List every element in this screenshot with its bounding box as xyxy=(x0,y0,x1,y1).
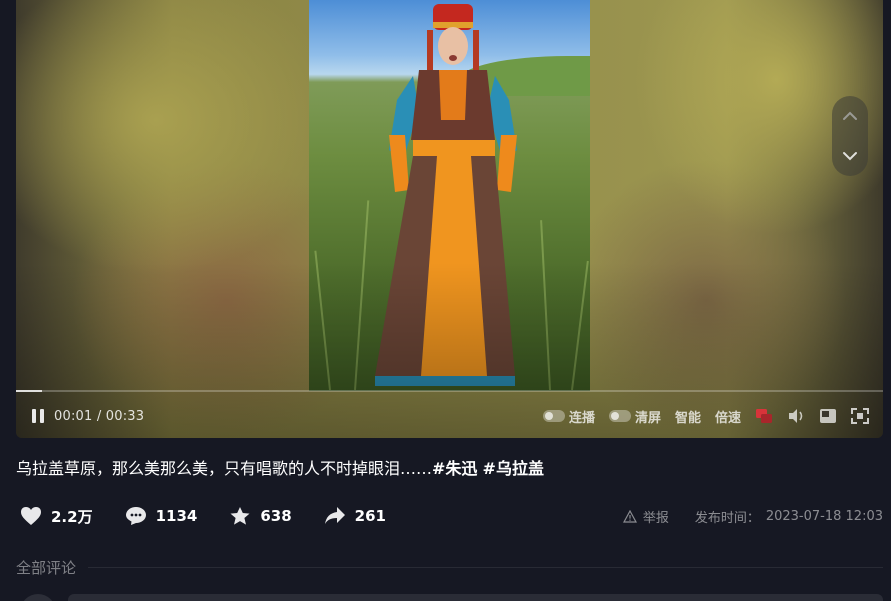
video-detail-page: 00:01 / 00:33 连播 清屏 智能 倍速 乌拉盖草原，那么美那么美，只… xyxy=(0,0,891,601)
clear-screen-label: 清屏 xyxy=(634,410,661,426)
publish-label: 发布时间： xyxy=(694,510,760,526)
video-description: 乌拉盖草原，那么美那么美，只有唱歌的人不时掉眼泪……#朱迅 #乌拉盖 xyxy=(16,458,876,480)
heart-icon xyxy=(21,507,41,525)
video-meta: 举报 发布时间： 2023-07-18 12:03 xyxy=(622,506,883,526)
fullscreen-icon[interactable] xyxy=(851,407,869,425)
danmaku-icon[interactable] xyxy=(755,407,773,425)
toggle-switch xyxy=(608,410,631,422)
progress-bar[interactable] xyxy=(16,390,883,392)
hashtag-link[interactable]: #乌拉盖 xyxy=(483,459,544,478)
pip-icon[interactable] xyxy=(819,407,837,425)
playback-time: 00:01 / 00:33 xyxy=(54,409,144,424)
favorite-button[interactable]: 638 xyxy=(229,506,292,526)
share-icon xyxy=(324,507,345,524)
comment-button[interactable]: 1134 xyxy=(125,506,198,526)
star-icon xyxy=(230,507,250,525)
current-time: 00:01 xyxy=(54,408,93,424)
player-controls: 00:01 / 00:33 连播 清屏 智能 倍速 xyxy=(16,396,883,436)
clear-screen-toggle[interactable]: 清屏 xyxy=(608,407,661,426)
hashtag-link[interactable]: #朱迅 xyxy=(432,459,477,478)
continuous-play-label: 连播 xyxy=(568,410,595,426)
like-button[interactable]: 2.2万 xyxy=(20,506,93,527)
publish-time: 2023-07-18 12:03 xyxy=(765,508,883,524)
comment-icon xyxy=(125,507,146,525)
comment-count: 1134 xyxy=(155,507,198,525)
toggle-switch xyxy=(542,410,565,422)
down-arrow-icon xyxy=(843,152,857,161)
like-count: 2.2万 xyxy=(51,507,93,526)
total-time: 00:33 xyxy=(105,408,145,424)
share-button[interactable]: 261 xyxy=(324,506,386,526)
divider xyxy=(88,567,883,568)
share-count: 261 xyxy=(354,507,386,525)
video-switcher xyxy=(832,96,868,176)
description-text: 乌拉盖草原，那么美那么美，只有唱歌的人不时掉眼泪…… xyxy=(16,459,433,478)
report-label: 举报 xyxy=(642,510,669,526)
video-player[interactable]: 00:01 / 00:33 连播 清屏 智能 倍速 xyxy=(16,0,883,438)
comments-header: 全部评论 xyxy=(16,559,77,577)
speed-button[interactable]: 倍速 xyxy=(715,407,741,426)
comment-input[interactable] xyxy=(68,594,883,601)
smart-button[interactable]: 智能 xyxy=(675,407,701,426)
avatar xyxy=(20,594,56,601)
next-video-button[interactable] xyxy=(836,142,864,170)
continuous-play-toggle[interactable]: 连播 xyxy=(542,407,595,426)
previous-video-button[interactable] xyxy=(836,102,864,130)
progress-fill xyxy=(16,390,42,392)
time-separator: / xyxy=(96,408,102,424)
up-arrow-icon xyxy=(843,111,857,120)
performer-figure xyxy=(375,4,517,386)
favorite-count: 638 xyxy=(260,507,292,525)
engagement-stats: 2.2万 1134 638 261 xyxy=(20,503,418,529)
volume-icon[interactable] xyxy=(787,407,805,425)
pause-icon[interactable] xyxy=(30,408,46,424)
video-frame[interactable] xyxy=(309,0,590,391)
warning-icon xyxy=(622,509,637,523)
report-button[interactable]: 举报 xyxy=(622,507,669,526)
